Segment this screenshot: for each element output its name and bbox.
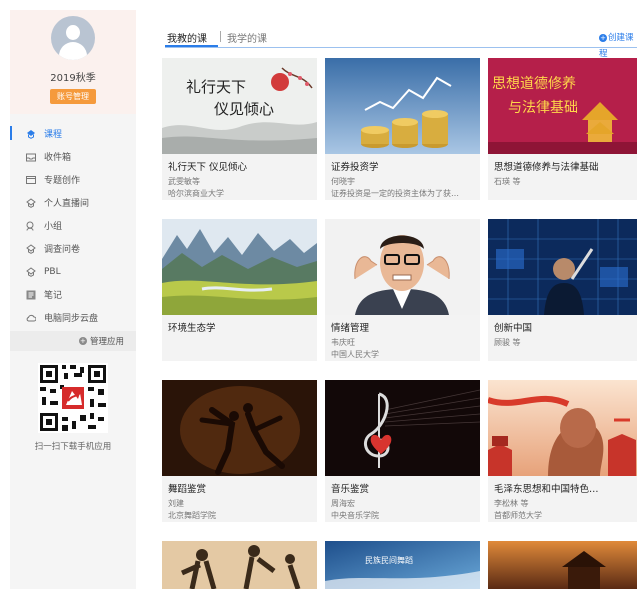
course-card[interactable] (488, 541, 637, 589)
course-thumbnail[interactable]: 思想道德修养 与法律基础 (488, 58, 637, 154)
sidebar-item-label: 小组 (44, 222, 63, 232)
course-thumbnail[interactable] (488, 380, 637, 476)
course-title[interactable]: 思想道德修养与法律基础 (488, 154, 637, 173)
course-title[interactable]: 创新中国 (488, 315, 637, 334)
sidebar-item-label: 电脑同步云盘 (44, 314, 99, 324)
course-card[interactable]: 毛泽东思想和中国特色… 李松林 等 首都师范大学 (488, 380, 637, 522)
course-teacher: 顾骏 等 (494, 338, 521, 347)
course-title[interactable]: 环境生态学 (162, 315, 317, 334)
thumb-text: 思想道德修养 (492, 76, 576, 92)
sidebar-item-label: PBL (44, 266, 61, 277)
course-thumbnail[interactable] (162, 541, 317, 589)
username: 2019秋季 (50, 73, 96, 84)
course-school: 中国人民大学 (331, 350, 379, 359)
course-thumbnail[interactable] (325, 380, 480, 476)
course-thumbnail[interactable] (488, 219, 637, 315)
course-school: 北京舞蹈学院 (168, 511, 216, 520)
thumb-text: 礼行天下 (186, 78, 246, 96)
profile-panel: 2019秋季 账号管理 (10, 10, 136, 114)
course-thumbnail[interactable] (488, 541, 637, 589)
course-school: 首都师范大学 (494, 511, 542, 520)
group-icon (26, 221, 36, 231)
course-card[interactable]: 思想道德修养 与法律基础 思想道德修养与法律基础 石瑛 等 (488, 58, 637, 200)
course-card[interactable]: 创新中国 顾骏 等 (488, 219, 637, 361)
course-title[interactable]: 毛泽东思想和中国特色… (488, 476, 637, 495)
sidebar-item-cloud[interactable]: 电脑同步云盘 (10, 306, 136, 329)
course-card[interactable]: 音乐鉴赏 周海宏 中央音乐学院 (325, 380, 480, 522)
course-school: 中央音乐学院 (331, 511, 379, 520)
course-teacher: 李松林 等 (494, 499, 529, 508)
pbl-icon (26, 266, 36, 277)
course-card[interactable]: 礼行天下 仪见倾心 礼行天下 仪见倾心 武雯敏等 哈尔滨商业大学 (162, 58, 317, 200)
course-title[interactable]: 舞蹈鉴赏 (162, 476, 317, 495)
course-teacher: 何晓宇 (331, 177, 355, 186)
thumb-text: 民族民间舞蹈 (365, 555, 413, 565)
active-tab-indicator (165, 45, 218, 47)
course-card[interactable]: 民族民间舞蹈 (325, 541, 480, 589)
note-icon (26, 290, 36, 300)
sidebar-nav: 课程 收件箱 专题创作 个人直播间 小组 调查问卷 PBL 笔记 电脑同步云盘 (10, 122, 136, 329)
sidebar-item-course[interactable]: 课程 (10, 122, 136, 145)
plus-icon: + (78, 337, 87, 345)
thumb-text: 与法律基础 (508, 99, 578, 116)
course-icon (26, 129, 36, 139)
sidebar-item-label: 课程 (44, 130, 63, 140)
sidebar-item-pbl[interactable]: PBL (10, 260, 136, 283)
sidebar-item-label: 笔记 (44, 291, 63, 301)
course-thumbnail[interactable] (325, 219, 480, 315)
course-teacher: 武雯敏等 (168, 177, 200, 186)
course-school: 证券投资是一定的投资主体为了获… (331, 189, 459, 198)
live-icon (26, 197, 36, 208)
manage-apps-label: 管理应用 (89, 337, 124, 347)
sidebar-item-live[interactable]: 个人直播间 (10, 191, 136, 214)
thumb-text: 仪见倾心 (214, 100, 274, 118)
course-thumbnail[interactable] (325, 58, 480, 154)
sidebar-item-group[interactable]: 小组 (10, 214, 136, 237)
course-title[interactable]: 礼行天下 仪见倾心 (162, 154, 317, 173)
course-teacher: 石瑛 等 (494, 177, 521, 186)
sidebar-item-note[interactable]: 笔记 (10, 283, 136, 306)
sidebar: 2019秋季 账号管理 课程 收件箱 专题创作 个人直播间 小组 调查问卷 PB… (10, 10, 136, 589)
sidebar-item-label: 收件箱 (44, 153, 72, 163)
course-school: 哈尔滨商业大学 (168, 189, 224, 198)
course-teacher: 周海宏 (331, 499, 355, 508)
sidebar-item-label: 个人直播间 (44, 199, 90, 209)
sidebar-item-topic[interactable]: 专题创作 (10, 168, 136, 191)
cloud-icon (26, 313, 36, 323)
course-school (488, 187, 637, 188)
course-card[interactable]: 舞蹈鉴赏 刘建 北京舞蹈学院 (162, 380, 317, 522)
course-card[interactable]: 情绪管理 韦庆旺 中国人民大学 (325, 219, 480, 361)
course-title[interactable]: 音乐鉴赏 (325, 476, 480, 495)
course-thumbnail[interactable] (162, 380, 317, 476)
survey-icon (26, 243, 36, 254)
plus-icon: + (599, 33, 607, 42)
avatar[interactable] (51, 16, 95, 60)
qr-code (38, 363, 108, 433)
course-card[interactable] (162, 541, 317, 589)
course-thumbnail[interactable] (162, 219, 317, 315)
course-school (488, 348, 637, 349)
tab-teaching[interactable]: 我教的课 (167, 30, 207, 45)
course-school (162, 337, 317, 338)
sidebar-item-inbox[interactable]: 收件箱 (10, 145, 136, 168)
sidebar-item-label: 调查问卷 (44, 245, 81, 255)
sidebar-item-label: 专题创作 (44, 176, 81, 186)
qr-caption: 扫一扫下载手机应用 (34, 442, 112, 452)
manage-apps-button[interactable]: + 管理应用 (10, 331, 136, 351)
course-tabs: 我教的课 我学的课 (165, 28, 637, 48)
course-card[interactable]: 环境生态学 (162, 219, 317, 361)
course-title[interactable]: 证券投资学 (325, 154, 480, 173)
topic-icon (26, 175, 36, 185)
inbox-icon (26, 152, 36, 162)
tab-learning[interactable]: 我学的课 (227, 30, 267, 45)
tab-divider (220, 31, 221, 42)
account-manage-button[interactable]: 账号管理 (50, 89, 96, 104)
sidebar-item-survey[interactable]: 调查问卷 (10, 237, 136, 260)
course-thumbnail[interactable]: 民族民间舞蹈 (325, 541, 480, 589)
course-thumbnail[interactable]: 礼行天下 仪见倾心 (162, 58, 317, 154)
course-card[interactable]: 证券投资学 何晓宇 证券投资是一定的投资主体为了获… (325, 58, 480, 200)
course-title[interactable]: 情绪管理 (325, 315, 480, 334)
course-teacher: 韦庆旺 (331, 338, 355, 347)
course-teacher: 刘建 (168, 499, 184, 508)
